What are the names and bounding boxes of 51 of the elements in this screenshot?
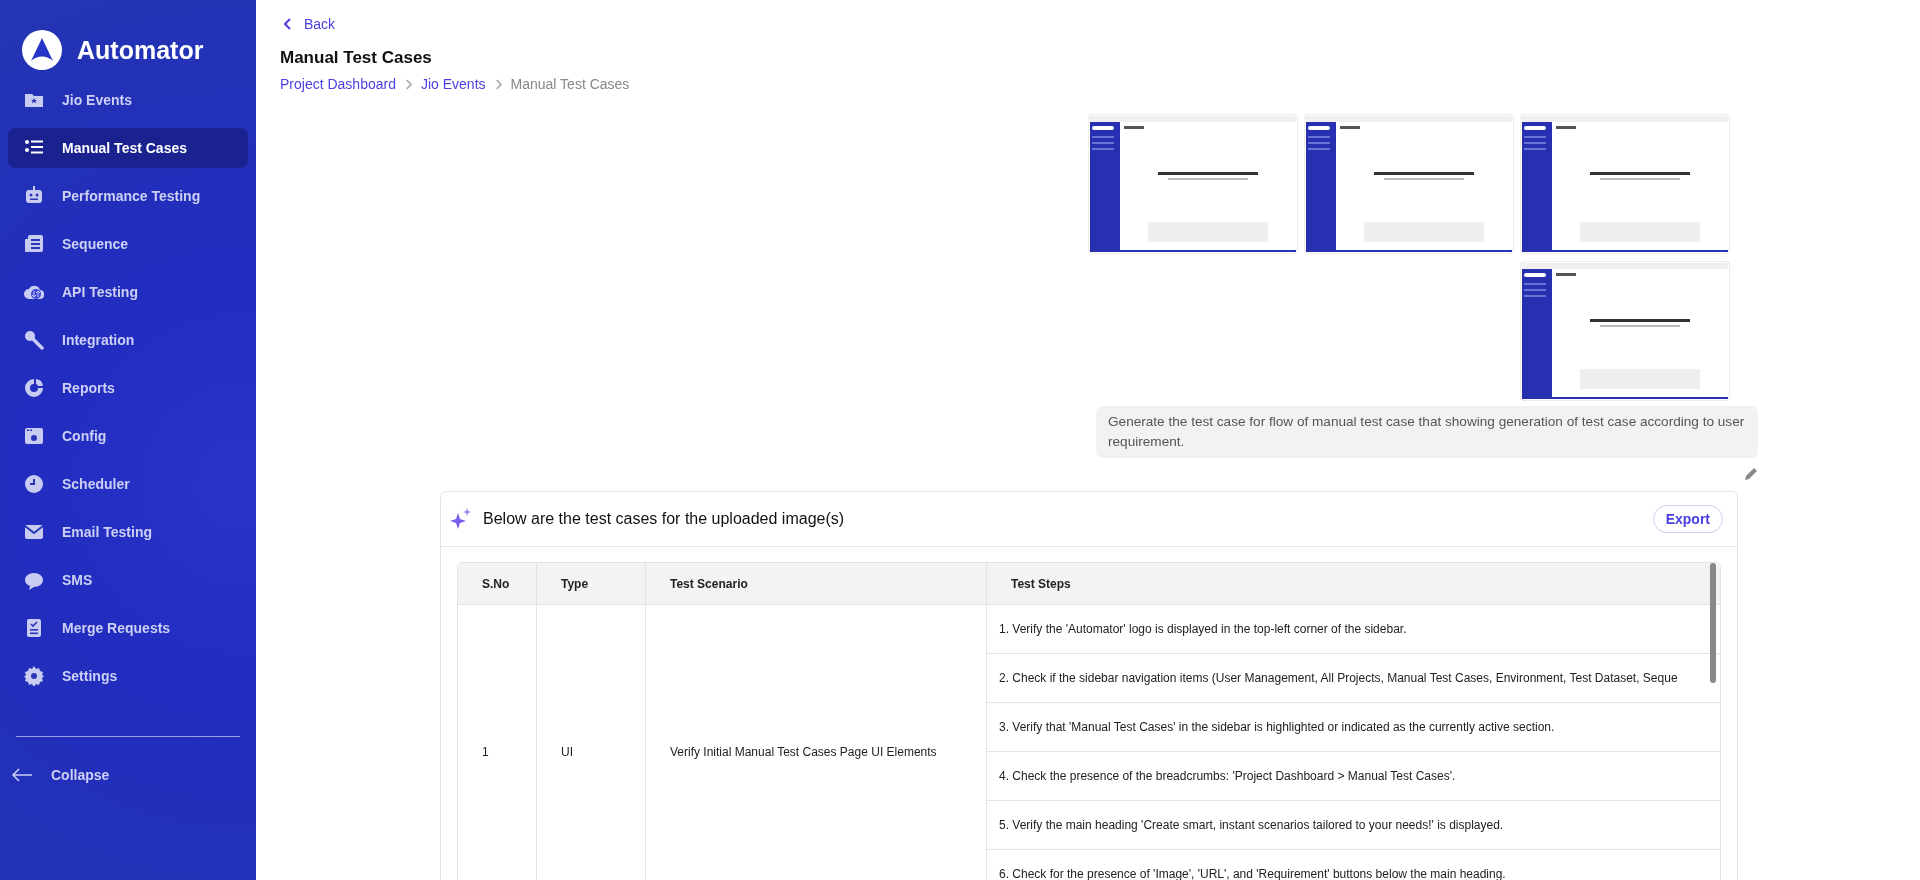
scrollbar[interactable] [1710,563,1716,683]
logo-icon [22,30,62,70]
sidebar-item[interactable]: Email Testing [8,512,248,552]
sidebar-item[interactable]: Performance Testing [8,176,248,216]
table-cell: 1 [458,604,537,880]
sidebar-item[interactable]: API Testing [8,272,248,312]
chevron-right-icon [494,78,502,90]
robot-icon [24,186,44,206]
breadcrumb-link[interactable]: Jio Events [420,76,486,92]
sidebar-item[interactable]: Reports [8,368,248,408]
table-cell: 4. Check the presence of the breadcrumbs: 'Project Dashboard > Manual Test Cases'. [986,751,1720,801]
table-cell: Verify Initial Manual Test Cases Page UI Elements [645,604,987,880]
table-cell: 5. Verify the main heading 'Create smart, instant scenarios tailored to your needs!' is displayed. [986,800,1720,850]
column-header: Test Scenario [645,563,987,605]
table-cell: UI [536,604,646,880]
clipboard-icon [24,618,44,638]
clock-icon [24,474,44,494]
sidebar-item[interactable]: Jio Events [8,80,248,120]
app-name: Automator [77,35,204,65]
card-title: Below are the test cases for the uploaded image(s) [483,510,846,528]
page-title: Manual Test Cases [280,48,433,68]
window-gear-icon [24,426,44,446]
ring-chart-icon [24,378,44,398]
column-header: Type [536,563,646,605]
gear-icon [24,666,44,686]
export-button[interactable]: Export [1652,505,1723,533]
column-header: S.No [458,563,537,605]
sidebar-item[interactable]: Integration [8,320,248,360]
sidebar-item[interactable]: Scheduler [8,464,248,504]
column-header: Test Steps [986,563,1720,605]
sidebar-item[interactable]: Manual Test Cases [8,128,248,168]
table-cell: 3. Verify that 'Manual Test Cases' in the sidebar is highlighted or indicated as the currently active section. [986,702,1720,752]
mail-icon [24,522,44,542]
sidebar-item[interactable]: Merge Requests [8,608,248,648]
sidebar-item[interactable]: Config [8,416,248,456]
chevron-right-icon [404,78,412,90]
breadcrumb-link[interactable]: Project Dashboard [280,76,396,92]
key-icon [24,330,44,350]
document-icon [24,234,44,254]
chevron-left-icon [284,18,292,30]
chat-bubble-icon [24,570,44,590]
back-link[interactable]: Back [280,16,336,32]
sparkle-icon [449,507,473,531]
table-cell: 6. Check for the presence of 'Image', 'URL', and 'Requirement' buttons below the main heading. [986,849,1720,880]
edit-icon[interactable] [1744,467,1758,481]
chat-message: Generate the test case for flow of manual test case that showing generation of test case according to user requirement. [1096,406,1758,458]
collapse-button[interactable]: Collapse [8,767,248,783]
sidebar-item[interactable]: SMS [8,560,248,600]
sidebar-item[interactable]: Settings [8,656,248,696]
sidebar-item[interactable]: Sequence [8,224,248,264]
arrow-left-icon [11,768,33,782]
